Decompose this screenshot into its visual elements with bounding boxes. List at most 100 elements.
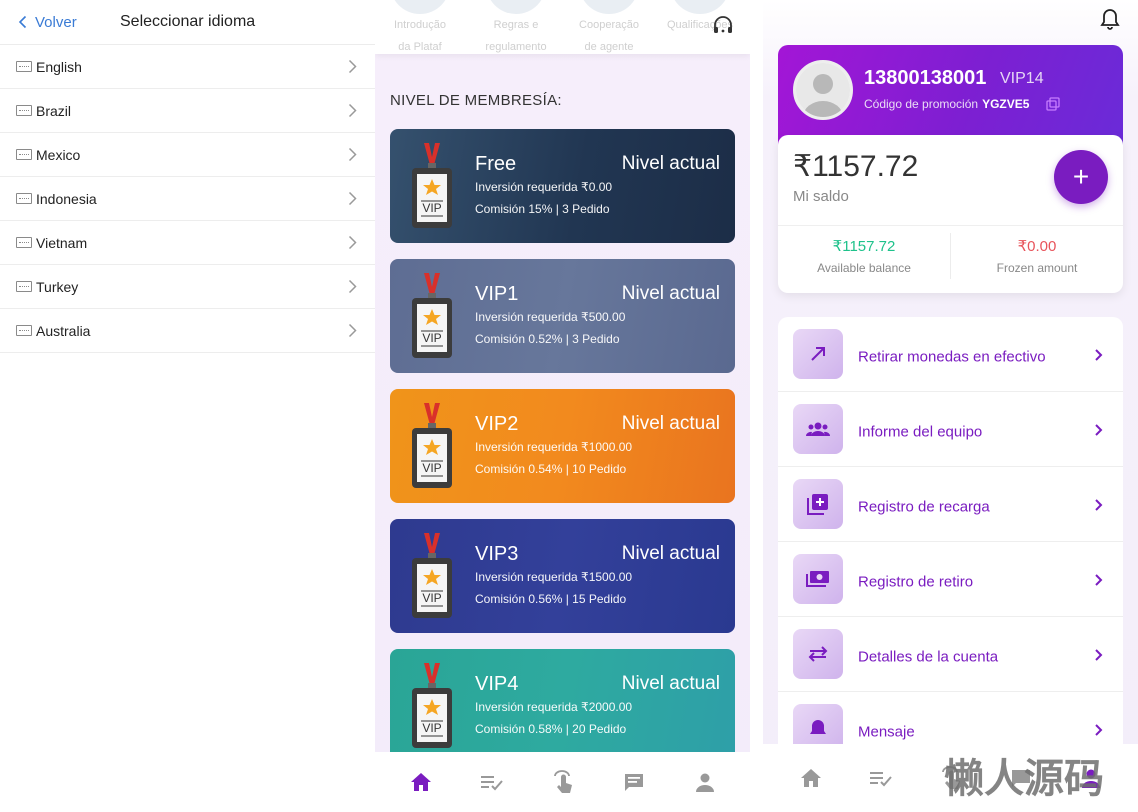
language-label: Australia — [36, 322, 91, 339]
flag-icon — [16, 105, 32, 116]
language-item[interactable]: Brazil — [0, 89, 375, 133]
copy-icon[interactable] — [1046, 97, 1060, 111]
chevron-right-icon — [1095, 499, 1103, 511]
vip-card-vip1[interactable]: VIP VIP1 Nivel actual Inversión requerid… — [390, 259, 735, 373]
vip-card-vip4[interactable]: VIP VIP4 Nivel actual Inversión requerid… — [390, 649, 735, 763]
menu-label: Mensaje — [858, 723, 915, 741]
add-box-icon — [807, 494, 828, 515]
recharge-button[interactable]: + — [1054, 150, 1108, 204]
headset-icon[interactable] — [712, 16, 734, 36]
flag-icon — [16, 149, 32, 160]
vip-card-free[interactable]: VIP Free Nivel actual Inversión requerid… — [390, 129, 735, 243]
language-label: Brazil — [36, 102, 72, 119]
language-label: Indonesia — [36, 190, 97, 207]
menu-label: Retirar monedas en efectivo — [858, 348, 1046, 366]
nav-tasks[interactable] — [846, 769, 916, 787]
nav-home[interactable] — [401, 772, 441, 792]
chevron-right-icon — [348, 279, 357, 294]
language-item[interactable]: Turkey — [0, 265, 375, 309]
user-icon — [695, 773, 714, 792]
chevron-right-icon — [1095, 724, 1103, 736]
vip-commission: Comisión 0.56% | 15 Pedido — [475, 592, 627, 606]
shortcut-label: Regras e regulamento — [485, 19, 547, 53]
flag-icon — [16, 281, 32, 292]
balance-card: ₹1157.72 Mi saldo + ₹1157.72 Available b… — [778, 135, 1123, 293]
vip-level-status: Nivel actual — [621, 673, 720, 694]
bell-icon — [810, 720, 826, 734]
menu-recharge-record[interactable]: Registro de recarga — [778, 467, 1123, 542]
vip-name: VIP3 — [475, 543, 519, 565]
user-silhouette-icon — [796, 63, 850, 117]
home-icon — [410, 773, 431, 791]
nav-grab[interactable] — [543, 770, 583, 794]
nav-profile[interactable] — [685, 772, 725, 792]
menu-label: Registro de recarga — [858, 498, 990, 516]
menu-label: Informe del equipo — [858, 423, 983, 441]
vip-badge-text: VIP — [422, 201, 441, 215]
vip-badge-icon: VIP — [412, 533, 452, 618]
menu-label: Detalles de la cuenta — [858, 648, 999, 666]
vip-commission: Comisión 0.58% | 20 Pedido — [475, 722, 627, 736]
chevron-right-icon — [348, 103, 357, 118]
vip-name: VIP2 — [475, 413, 519, 435]
shortcut-rules[interactable]: Regras e regulamento — [483, 0, 549, 58]
vip-badge-icon: VIP — [412, 663, 452, 748]
user-phone: 13800138001 — [864, 67, 987, 89]
chevron-right-icon — [1095, 424, 1103, 436]
nav-home[interactable] — [776, 768, 846, 788]
chevron-right-icon — [348, 323, 357, 338]
shortcut-platform-intro[interactable]: Introdução da Plataf — [387, 0, 453, 58]
menu-withdraw-record[interactable]: Registro de retiro — [778, 542, 1123, 617]
menu-account-details[interactable]: Detalles de la cuenta — [778, 617, 1123, 692]
vip-card-vip3[interactable]: VIP VIP3 Nivel actual Inversión requerid… — [390, 519, 735, 633]
chevron-right-icon — [1095, 574, 1103, 586]
avatar[interactable] — [793, 60, 853, 120]
home-icon — [801, 769, 821, 787]
menu-withdraw[interactable]: Retirar monedas en efectivo — [778, 317, 1123, 392]
language-item[interactable]: Australia — [0, 309, 375, 353]
menu-label: Registro de retiro — [858, 573, 974, 591]
nav-tasks[interactable] — [472, 773, 512, 791]
chevron-right-icon — [348, 191, 357, 206]
language-item[interactable]: Vietnam — [0, 221, 375, 265]
vip-level-status: Nivel actual — [621, 153, 720, 174]
language-label: English — [36, 58, 82, 75]
chevron-left-icon — [18, 15, 27, 29]
vip-badge-icon: VIP — [412, 403, 452, 488]
frozen-label: Frozen amount — [996, 261, 1078, 275]
tasks-icon — [480, 776, 503, 791]
vip-badge-text: VIP — [422, 331, 441, 345]
promo-code-row: Código de promoción YGZVE5 — [864, 97, 1029, 111]
flag-icon — [16, 193, 32, 204]
flag-icon — [16, 325, 32, 336]
vip-commission: Comisión 0.54% | 10 Pedido — [475, 462, 627, 476]
language-item[interactable]: Indonesia — [0, 177, 375, 221]
vip-requirement: Inversión requerida ₹500.00 — [475, 310, 626, 324]
chevron-right-icon — [1095, 349, 1103, 361]
vip-card-vip2[interactable]: VIP VIP2 Nivel actual Inversión requerid… — [390, 389, 735, 503]
language-list: English Brazil Mexico Indonesia Vietnam … — [0, 45, 375, 353]
language-item[interactable]: Mexico — [0, 133, 375, 177]
menu-team-report[interactable]: Informe del equipo — [778, 392, 1123, 467]
vip-name: VIP1 — [475, 283, 519, 305]
bell-icon[interactable] — [1100, 8, 1120, 30]
language-item[interactable]: English — [0, 45, 375, 89]
available-value: ₹1157.72 — [832, 238, 896, 255]
watermark-text: 懒人源码 — [944, 756, 1104, 802]
language-panel: Volver Seleccionar idioma English Brazil… — [0, 0, 375, 812]
chevron-right-icon — [348, 235, 357, 250]
shortcut-label: Cooperação de agente — [579, 19, 639, 53]
frozen-amount: ₹0.00 Frozen amount — [951, 237, 1123, 275]
vip-badge-icon: VIP — [412, 143, 452, 228]
shortcut-agent-cooperation[interactable]: Cooperação de agente — [576, 0, 642, 58]
back-button[interactable]: Volver — [18, 14, 77, 31]
vip-commission: Comisión 15% | 3 Pedido — [475, 202, 610, 216]
language-label: Turkey — [36, 278, 79, 295]
vip-commission: Comisión 0.52% | 3 Pedido — [475, 332, 620, 346]
vip-level-status: Nivel actual — [621, 543, 720, 564]
chevron-right-icon — [348, 147, 357, 162]
page-title: Seleccionar idioma — [120, 13, 256, 30]
swap-icon — [808, 646, 828, 662]
chevron-right-icon — [348, 59, 357, 74]
nav-messages[interactable] — [614, 772, 654, 792]
